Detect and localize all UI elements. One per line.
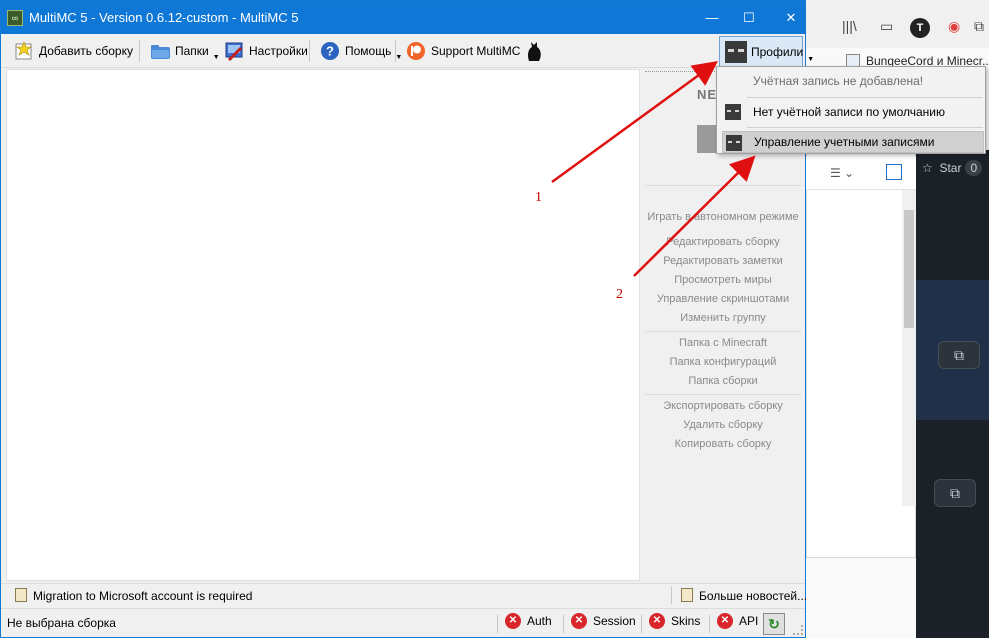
instance-action[interactable]: Папка сборки xyxy=(641,375,805,387)
screenshot-icon[interactable]: ◉ xyxy=(948,18,960,35)
close-button[interactable]: ✕ xyxy=(768,1,814,34)
instance-action[interactable]: Редактировать сборку xyxy=(641,236,805,248)
instance-action[interactable]: Копировать сборку xyxy=(641,438,805,450)
window-title: MultiMC 5 - Version 0.6.12-custom - Mult… xyxy=(29,10,299,25)
action-divider xyxy=(645,394,801,395)
service-label: Session xyxy=(593,614,636,628)
error-icon: ✕ xyxy=(717,613,733,629)
star-button[interactable]: ☆ Star 0 xyxy=(922,160,983,176)
patreon-icon xyxy=(405,40,427,62)
steve-head-icon xyxy=(726,135,742,151)
profiles-menu: Учётная запись не добавлена! Нет учётной… xyxy=(716,66,986,154)
service-label: Auth xyxy=(527,614,552,628)
support-label: Support MultiMC xyxy=(431,44,521,58)
multimc-window: ∞ MultiMC 5 - Version 0.6.12-custom - Mu… xyxy=(0,0,814,638)
list-view-icon[interactable]: ☰ ⌄ xyxy=(830,166,854,180)
cat-icon[interactable] xyxy=(519,38,549,64)
page-toolbar: ☰ ⌄ xyxy=(806,156,916,190)
instance-action[interactable]: Папка с Minecraft xyxy=(641,337,805,349)
settings-icon xyxy=(223,40,245,62)
page-scrollbar[interactable] xyxy=(902,190,916,506)
star-count: 0 xyxy=(965,160,983,176)
instance-action[interactable]: Изменить группу xyxy=(641,312,805,324)
library-icon[interactable]: |||\ xyxy=(842,18,857,34)
copy-icon[interactable]: ⧉ xyxy=(934,479,976,507)
instance-action[interactable]: Редактировать заметки xyxy=(641,255,805,267)
annotation-label-1: 1 xyxy=(535,190,542,205)
title-bar[interactable]: ∞ MultiMC 5 - Version 0.6.12-custom - Mu… xyxy=(1,1,805,34)
reader-icon[interactable]: ▭ xyxy=(880,18,893,35)
error-icon: ✕ xyxy=(505,613,521,629)
instance-action[interactable]: Играть в автономном режиме xyxy=(641,211,805,223)
selected-instance-status: Не выбрана сборка xyxy=(7,616,116,630)
help-label: Помощь xyxy=(345,44,392,58)
service-status-session: ✕ Session xyxy=(571,613,636,629)
browser-page xyxy=(806,150,916,558)
menu-item-manage-accounts[interactable]: Управление учетными записями xyxy=(722,131,984,153)
instance-action[interactable]: Управление скриншотами xyxy=(641,293,805,305)
main-toolbar: Добавить сборку Папки ▼ Настройки ? Помо… xyxy=(1,34,805,68)
annotation-label-2: 2 xyxy=(616,287,623,302)
instance-list[interactable] xyxy=(6,69,640,581)
multimc-icon: ∞ xyxy=(7,10,23,26)
folder-icon xyxy=(149,40,171,62)
instance-action[interactable]: Просмотреть миры xyxy=(641,274,805,286)
add-instance-button[interactable]: Добавить сборку xyxy=(9,38,137,64)
error-icon: ✕ xyxy=(571,613,587,629)
svg-text:?: ? xyxy=(326,44,334,59)
instance-action[interactable]: Экспортировать сборку xyxy=(641,400,805,412)
error-icon: ✕ xyxy=(649,613,665,629)
service-label: Skins xyxy=(671,614,701,628)
news-scroll-icon xyxy=(681,588,693,602)
service-label: API xyxy=(739,614,759,628)
more-news-button[interactable]: Больше новостей... xyxy=(699,589,807,603)
dropdown-arrow-icon: ▼ xyxy=(807,55,815,63)
service-status-api: ✕ API xyxy=(717,613,758,629)
settings-label: Настройки xyxy=(249,44,308,58)
steve-head-icon xyxy=(725,104,741,120)
action-divider xyxy=(645,331,801,332)
browser-tabstrip: |||\ ▭ T ◉ ⧉ xyxy=(806,0,989,48)
news-heading: NE xyxy=(697,87,718,102)
resize-grip-icon[interactable] xyxy=(793,625,803,635)
copy-icon[interactable]: ⧉ xyxy=(938,341,980,369)
extension-icon[interactable]: ⧉ xyxy=(974,18,984,35)
status-bar: Не выбрана сборка ✕ Auth ✕ Session ✕ Ski… xyxy=(1,608,805,637)
folders-button[interactable]: Папки ▼ xyxy=(145,38,224,64)
help-icon: ? xyxy=(319,40,341,62)
folders-label: Папки xyxy=(175,44,209,58)
instance-action[interactable]: Папка конфигураций xyxy=(641,356,805,368)
profiles-label: Профили xyxy=(751,45,804,59)
news-bar: Migration to Microsoft account is requir… xyxy=(1,583,807,607)
panel-icon[interactable] xyxy=(886,164,902,180)
account-avatar[interactable]: T xyxy=(910,18,930,38)
add-instance-label: Добавить сборку xyxy=(39,44,133,58)
refresh-status-icon[interactable]: ↻ xyxy=(763,613,785,635)
news-scroll-icon xyxy=(15,588,27,602)
profiles-button[interactable]: Профили ▼ xyxy=(719,36,814,68)
help-button[interactable]: ? Помощь ▼ xyxy=(315,38,406,64)
maximize-button[interactable]: ☐ xyxy=(726,1,772,34)
menu-item-no-default-account[interactable]: Нет учётной записи по умолчанию xyxy=(718,101,984,123)
settings-button[interactable]: Настройки xyxy=(219,38,312,64)
add-instance-icon xyxy=(13,40,35,62)
steve-head-icon xyxy=(725,41,747,63)
service-status-auth: ✕ Auth xyxy=(505,613,552,629)
service-status-skins: ✕ Skins xyxy=(649,613,700,629)
instance-action[interactable]: Удалить сборку xyxy=(641,419,805,431)
support-button[interactable]: Support MultiMC xyxy=(401,38,524,64)
menu-item-no-account: Учётная запись не добавлена! xyxy=(753,74,924,88)
migration-notice[interactable]: Migration to Microsoft account is requir… xyxy=(33,589,252,603)
